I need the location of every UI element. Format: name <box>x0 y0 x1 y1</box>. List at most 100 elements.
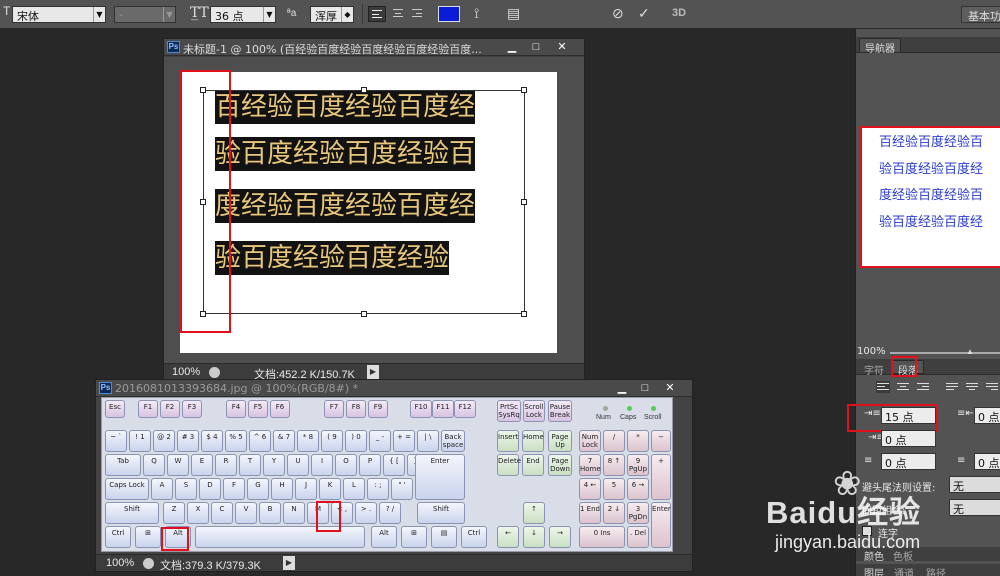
keyboard-key: F1 <box>138 400 158 418</box>
space-after-input[interactable]: 0 点 <box>974 453 1000 470</box>
keyboard-key: F10 <box>410 400 432 418</box>
keyboard-key: I <box>311 454 333 476</box>
ps-logo-icon: Ps <box>167 41 180 53</box>
font-style-select[interactable]: - ▼ <box>114 6 176 23</box>
status-menu-arrow[interactable]: ▶ <box>283 556 295 570</box>
keyboard-key: 4 ← <box>579 478 601 500</box>
keyboard-key: W <box>167 454 189 476</box>
baidu-watermark-url: jingyan.baidu.com <box>775 532 921 552</box>
zoom-slider-thumb[interactable]: ▲ <box>966 347 974 356</box>
keyboard-key: F4 <box>226 400 246 418</box>
navigator-preview[interactable]: 百经验百度经验百 验百度经验百度经 度经验百度经验百 验百度经验百度经 <box>860 126 1000 268</box>
keyboard-key: ↓ <box>523 526 545 548</box>
workspace-button[interactable]: 基本功 <box>961 6 1000 23</box>
indent-right-input[interactable]: 0 点 <box>974 407 1000 424</box>
keyboard-key: F9 <box>368 400 388 418</box>
align-center-icon[interactable] <box>390 6 406 22</box>
font-size-select[interactable]: 36 点 ▼ <box>210 6 276 23</box>
alt-key-highlight-box <box>161 527 189 551</box>
keyboard-key: F5 <box>248 400 268 418</box>
transform-handle[interactable] <box>361 87 367 93</box>
justify-last-left-icon[interactable] <box>945 381 959 393</box>
tab-navigator[interactable]: 导航器 <box>859 38 901 55</box>
font-family-select[interactable]: 宋体 ▼ <box>12 6 106 23</box>
toggle-panels-icon[interactable]: ▤ <box>507 5 520 22</box>
keyboard-key: Shift <box>105 502 159 524</box>
chevron-down-icon: ▼ <box>163 7 175 22</box>
keyboard-key: T <box>239 454 261 476</box>
keyboard-key: 9 PgUp <box>627 454 649 476</box>
keyboard-key: 8 ↑ <box>603 454 625 476</box>
close-button[interactable]: ✕ <box>659 381 681 395</box>
tab-paths[interactable]: 路径 <box>921 564 951 576</box>
antialias-select[interactable]: 浑厚 ◆ <box>310 6 354 23</box>
transform-handle[interactable] <box>521 87 527 93</box>
cancel-icon[interactable]: ⊘ <box>612 5 624 22</box>
transform-handle[interactable] <box>521 199 527 205</box>
align-right-icon[interactable] <box>409 6 425 22</box>
text-color-swatch[interactable] <box>438 6 460 22</box>
keyboard-key: Enter <box>415 454 465 500</box>
commit-icon[interactable]: ✓ <box>638 5 650 22</box>
document-window-keyboard: Ps 2016081013393684.jpg @ 100%(RGB/8#) *… <box>95 379 693 572</box>
minimize-button[interactable]: ▁ <box>501 40 523 54</box>
text-tool-icon[interactable]: T <box>3 4 10 18</box>
kinsoku-select[interactable]: 无 <box>949 476 1000 493</box>
keyboard-key: Insert <box>497 430 519 452</box>
maximize-button[interactable]: □ <box>525 40 547 54</box>
keyboard-key: ▤ <box>431 526 457 548</box>
justify-last-right-icon[interactable] <box>985 381 999 393</box>
keyboard-key: Ctrl <box>105 526 131 548</box>
zoom-level[interactable]: 100% <box>172 366 200 378</box>
document-info: 文档:379.3 K/379.3K <box>160 560 261 572</box>
space-before-input[interactable]: 0 点 <box>881 453 936 470</box>
keyboard-key: A <box>151 478 173 500</box>
keyboard-key: ↑ <box>523 502 545 524</box>
navigator-zoom[interactable]: 100% <box>857 346 886 357</box>
indicator-label: Caps <box>620 414 637 421</box>
keyboard-key: 5 <box>603 478 625 500</box>
keyboard-key: 7 Home <box>579 454 601 476</box>
window-titlebar[interactable]: Ps 2016081013393684.jpg @ 100%(RGB/8#) *… <box>96 380 692 397</box>
navigator-zoom-slider[interactable] <box>890 352 1000 354</box>
indent-first-input[interactable]: 0 点 <box>881 430 936 447</box>
transform-handle[interactable] <box>361 311 367 317</box>
tab-layers[interactable]: 图层 <box>859 564 889 576</box>
keyboard-key: ? / <box>379 502 401 524</box>
text-bounding-box[interactable] <box>203 90 525 314</box>
align-center-icon[interactable] <box>896 381 910 393</box>
keyboard-key: N <box>283 502 305 524</box>
align-left-icon[interactable] <box>368 6 386 22</box>
paragraph-tab-highlight <box>891 356 917 377</box>
keyboard-key: / <box>603 430 625 452</box>
keyboard-key: 2 ↓ <box>603 502 625 524</box>
indicator-label: Scroll <box>644 414 662 421</box>
tab-character[interactable]: 字符 <box>859 361 889 377</box>
align-left-icon[interactable] <box>876 381 890 393</box>
window-titlebar[interactable]: Ps 未标题-1 @ 100% (百经验百度经验百度经验百度经验百度... ▁ … <box>164 39 584 56</box>
transform-handle[interactable] <box>521 311 527 317</box>
minimize-button[interactable]: ▁ <box>611 381 633 395</box>
indent-highlight-box <box>180 70 231 333</box>
mojikumi-select[interactable]: 无 <box>949 499 1000 516</box>
tab-channels[interactable]: 通道 <box>889 564 919 576</box>
keyboard-key: C <box>211 502 233 524</box>
keyboard-key: ( 9 <box>321 430 343 452</box>
maximize-button[interactable]: □ <box>634 381 656 395</box>
preview-text-line: 验百度经验百度经 <box>879 215 984 230</box>
keyboard-key: : ; <box>367 478 389 500</box>
justify-last-center-icon[interactable] <box>965 381 979 393</box>
keyboard-key: | \ <box>417 430 439 452</box>
divider <box>362 4 363 24</box>
keyboard-key: Page Up <box>548 430 572 452</box>
close-button[interactable]: ✕ <box>551 40 573 54</box>
preview-text-line: 度经验百度经验百 <box>879 188 984 203</box>
keyboard-key: F3 <box>182 400 202 418</box>
3d-button[interactable]: 3D <box>672 7 686 19</box>
align-right-icon[interactable] <box>916 381 930 393</box>
zoom-level[interactable]: 100% <box>106 557 134 569</box>
status-menu-arrow[interactable]: ▶ <box>367 365 379 379</box>
keyboard-key: − <box>651 430 671 452</box>
warp-text-icon[interactable]: ⟟ <box>474 5 479 22</box>
keyboard-key: ) 0 <box>345 430 367 452</box>
